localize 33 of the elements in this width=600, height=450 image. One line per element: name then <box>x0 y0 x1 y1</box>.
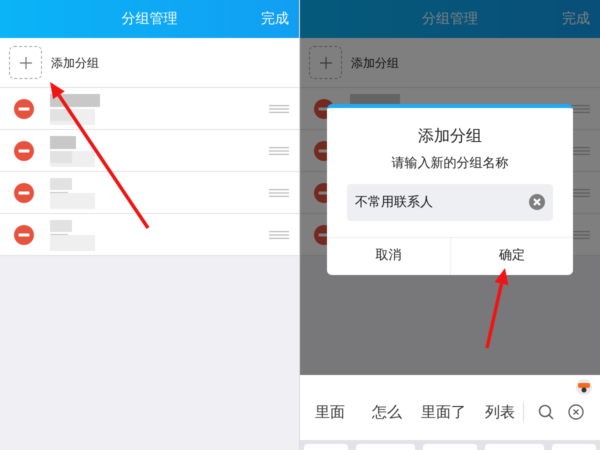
key[interactable] <box>304 444 348 450</box>
key[interactable] <box>356 444 416 450</box>
delete-icon <box>14 224 34 244</box>
plus-icon <box>20 56 32 68</box>
confirm-button[interactable]: 确定 <box>450 238 573 274</box>
drag-handle-icon <box>269 230 289 238</box>
drag-handle-icon <box>269 146 289 154</box>
name-input-field[interactable]: 不常用联系人 <box>347 184 553 220</box>
dialog-title: 添加分组 <box>417 125 483 147</box>
screen-title: 分组管理 <box>422 10 478 28</box>
key[interactable] <box>423 444 477 450</box>
clear-icon <box>529 194 545 210</box>
search-icon <box>538 404 554 420</box>
screen-title: 分组管理 <box>122 10 178 28</box>
candidate-word[interactable]: 怎么 <box>372 401 402 424</box>
candidate-word[interactable]: 列表 <box>485 401 515 424</box>
delete-icon <box>14 182 34 202</box>
drag-handle-icon <box>269 188 289 196</box>
plus-icon <box>320 56 332 68</box>
key[interactable] <box>485 444 544 450</box>
key[interactable] <box>552 444 596 450</box>
delete-icon <box>14 140 34 160</box>
add-group-button[interactable] <box>9 46 42 79</box>
keyboard-mascot-icon <box>576 379 592 395</box>
dialog-message: 请输入新的分组名称 <box>390 155 510 173</box>
add-group-button[interactable] <box>309 46 342 79</box>
add-group-label: 添加分组 <box>351 54 399 72</box>
drag-handle-icon <box>269 104 289 112</box>
close-icon <box>568 404 584 420</box>
add-group-label: 添加分组 <box>51 54 99 72</box>
candidate-word[interactable]: 里面了 <box>421 401 466 424</box>
candidate-word[interactable]: 里面 <box>315 401 345 424</box>
delete-icon <box>14 98 34 118</box>
